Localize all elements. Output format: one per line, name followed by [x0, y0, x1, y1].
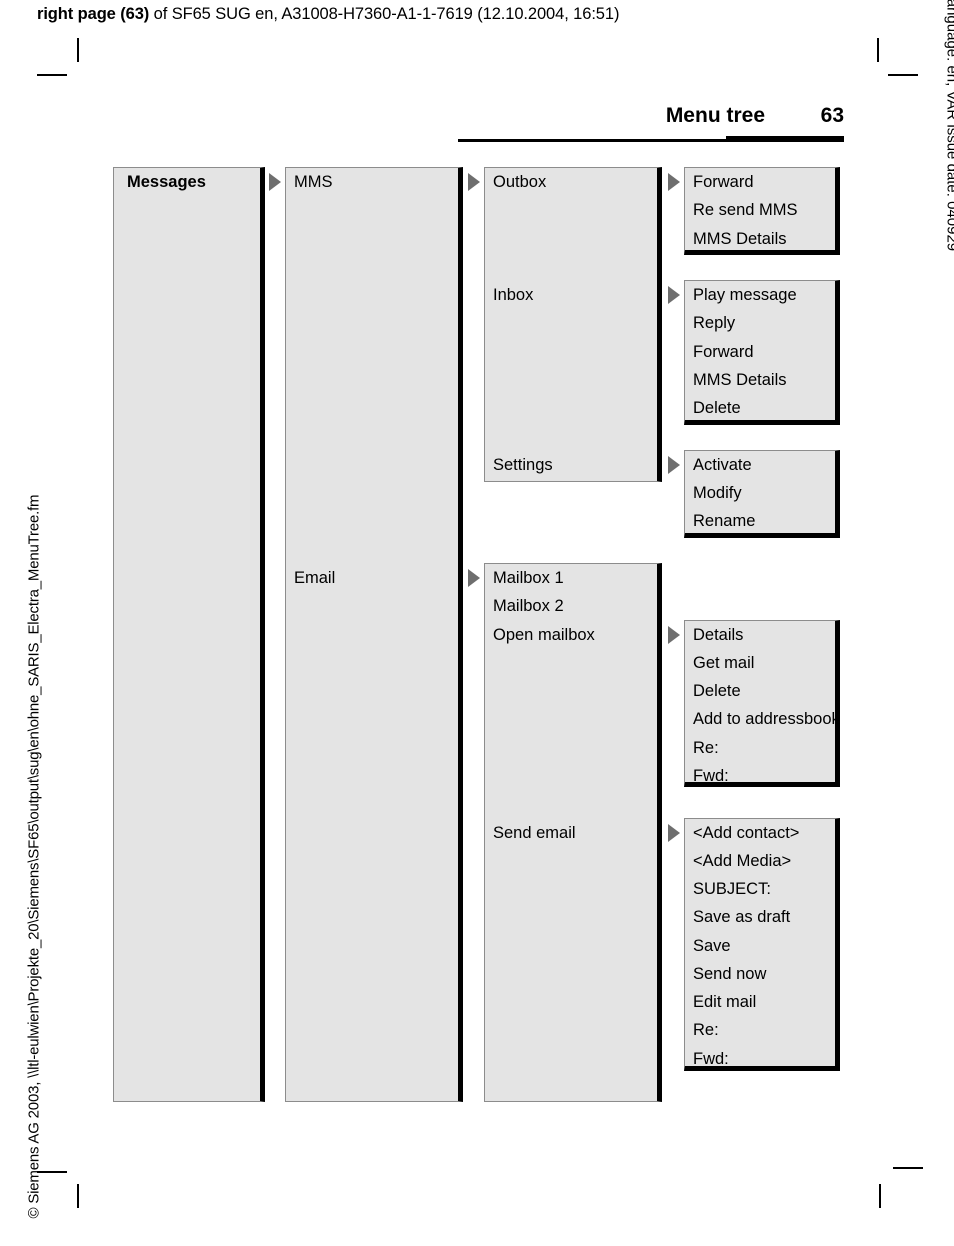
- right-margin-var-text: VAR Language: en; VAR issue date: 040929: [943, 0, 954, 252]
- menu-column-level1: [113, 167, 265, 1102]
- menu-item-send-email[interactable]: Send email: [493, 825, 576, 842]
- menu-item-re-mailbox[interactable]: Re:: [693, 740, 719, 757]
- menu-item-reply[interactable]: Reply: [693, 315, 735, 332]
- menu-item-inbox[interactable]: Inbox: [493, 287, 533, 304]
- menu-item-outbox[interactable]: Outbox: [493, 174, 546, 191]
- menu-item-play-message[interactable]: Play message: [693, 287, 797, 304]
- menu-item-send-now[interactable]: Send now: [693, 966, 766, 983]
- chevron-right-icon-outbox: [668, 173, 680, 191]
- chevron-right-icon-email: [468, 569, 480, 587]
- page-title-block: Menu tree 63: [458, 104, 844, 146]
- menu-item-mms[interactable]: MMS: [294, 174, 333, 191]
- menu-item-mms-details-outbox[interactable]: MMS Details: [693, 231, 787, 248]
- menu-item-mailbox-2[interactable]: Mailbox 2: [493, 598, 564, 615]
- running-header: right page (63) of SF65 SUG en, A31008-H…: [37, 5, 619, 24]
- menu-item-fwd-mailbox[interactable]: Fwd:: [693, 768, 729, 785]
- menu-item-forward-inbox[interactable]: Forward: [693, 344, 754, 361]
- menu-column-level2: [285, 167, 463, 1102]
- menu-item-re-send-email[interactable]: Re:: [693, 1022, 719, 1039]
- menu-item-open-mailbox[interactable]: Open mailbox: [493, 627, 595, 644]
- menu-item-mailbox-1[interactable]: Mailbox 1: [493, 570, 564, 587]
- crop-mark-top-right-vertical: [877, 38, 879, 62]
- running-header-bold: right page (63): [37, 5, 150, 23]
- menu-item-save[interactable]: Save: [693, 938, 731, 955]
- title-rule-thin: [458, 139, 726, 142]
- menu-item-add-media[interactable]: <Add Media>: [693, 853, 791, 870]
- menu-item-rename[interactable]: Rename: [693, 513, 755, 530]
- menu-item-modify[interactable]: Modify: [693, 485, 742, 502]
- page-title: Menu tree: [665, 104, 765, 127]
- crop-mark-top-left-horizontal: [37, 74, 67, 76]
- menu-item-fwd-send-email[interactable]: Fwd:: [693, 1051, 729, 1068]
- menu-item-messages[interactable]: Messages: [127, 174, 206, 191]
- menu-item-mms-details-inbox[interactable]: MMS Details: [693, 372, 787, 389]
- crop-mark-bottom-right-horizontal: [893, 1167, 923, 1169]
- crop-mark-bottom-left-vertical: [77, 1184, 79, 1208]
- menu-item-details[interactable]: Details: [693, 627, 743, 644]
- chevron-right-icon-mms-settings: [668, 456, 680, 474]
- chevron-right-icon-open-mailbox: [668, 626, 680, 644]
- page-number: 63: [820, 104, 844, 127]
- menu-item-delete-inbox[interactable]: Delete: [693, 400, 741, 417]
- menu-leaf-box-open-mailbox: [684, 620, 840, 787]
- menu-item-subject[interactable]: SUBJECT:: [693, 881, 771, 898]
- menu-item-forward-outbox[interactable]: Forward: [693, 174, 754, 191]
- menu-item-re-send-mms[interactable]: Re send MMS: [693, 202, 798, 219]
- crop-mark-bottom-right-vertical: [879, 1184, 881, 1208]
- chevron-right-icon-mms: [468, 173, 480, 191]
- crop-mark-top-left-vertical: [77, 38, 79, 62]
- crop-mark-top-right-horizontal: [888, 74, 918, 76]
- menu-item-delete-mailbox[interactable]: Delete: [693, 683, 741, 700]
- chevron-right-icon-messages: [269, 173, 281, 191]
- menu-column-mms-children: [484, 167, 662, 482]
- chevron-right-icon-inbox: [668, 286, 680, 304]
- menu-item-edit-mail[interactable]: Edit mail: [693, 994, 756, 1011]
- menu-item-add-contact[interactable]: <Add contact>: [693, 825, 799, 842]
- menu-item-mms-settings[interactable]: Settings: [493, 457, 553, 474]
- left-margin-footer-text: © Siemens AG 2003, \\ltl-eulwien\Projekt…: [25, 494, 43, 1219]
- chevron-right-icon-send-email: [668, 824, 680, 842]
- menu-item-email[interactable]: Email: [294, 570, 335, 587]
- running-header-rest: of SF65 SUG en, A31008-H7360-A1-1-7619 (…: [149, 5, 620, 23]
- menu-item-save-as-draft[interactable]: Save as draft: [693, 909, 790, 926]
- menu-item-activate[interactable]: Activate: [693, 457, 752, 474]
- menu-item-add-to-addressbook[interactable]: Add to addressbook: [693, 711, 840, 728]
- title-rule-thick: [726, 136, 844, 142]
- menu-item-get-mail[interactable]: Get mail: [693, 655, 754, 672]
